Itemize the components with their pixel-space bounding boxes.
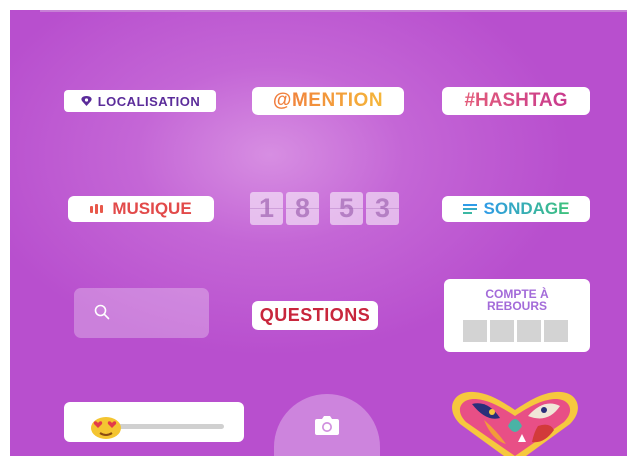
divider: [40, 10, 627, 12]
heart-eyes-emoji-icon: [91, 417, 121, 439]
countdown-title-line2: REBOURS: [486, 299, 547, 313]
poll-sticker[interactable]: SONDAGE: [442, 196, 590, 222]
sticker-tray: LOCALISATION @MENTION #HASHTAG MUSIQUE 1…: [10, 10, 627, 456]
clock-digit: 5: [330, 192, 363, 225]
clock-digit: 8: [286, 192, 319, 225]
hashtag-sticker-label: #HASHTAG: [464, 90, 568, 111]
clock-digit: 3: [366, 192, 399, 225]
questions-sticker-label: QUESTIONS: [259, 305, 371, 325]
emoji-slider-sticker[interactable]: [64, 402, 244, 442]
camera-button[interactable]: [274, 394, 380, 456]
search-sticker[interactable]: [74, 288, 209, 338]
sound-bars-icon: [90, 204, 105, 214]
countdown-boxes: [463, 320, 571, 342]
countdown-title: COMPTE À REBOURS: [444, 288, 590, 312]
poll-sticker-label: SONDAGE: [483, 199, 570, 218]
search-icon: [94, 304, 110, 320]
slider-track: [114, 424, 224, 429]
countdown-sticker[interactable]: COMPTE À REBOURS: [444, 279, 590, 352]
questions-sticker[interactable]: QUESTIONS: [252, 301, 378, 330]
location-sticker-label: LOCALISATION: [97, 93, 201, 109]
location-pin-icon: [81, 96, 92, 106]
camera-icon: [315, 416, 339, 435]
poll-lines-icon: [462, 204, 477, 214]
clock-digit: 1: [250, 192, 283, 225]
music-sticker-label: MUSIQUE: [112, 199, 192, 218]
illustrated-heart-sticker-icon[interactable]: [448, 390, 582, 456]
music-sticker[interactable]: MUSIQUE: [68, 196, 214, 222]
mention-sticker-label: @MENTION: [272, 90, 384, 111]
mention-sticker[interactable]: @MENTION: [252, 87, 404, 115]
location-sticker[interactable]: LOCALISATION: [64, 90, 216, 112]
hashtag-sticker[interactable]: #HASHTAG: [442, 87, 590, 115]
